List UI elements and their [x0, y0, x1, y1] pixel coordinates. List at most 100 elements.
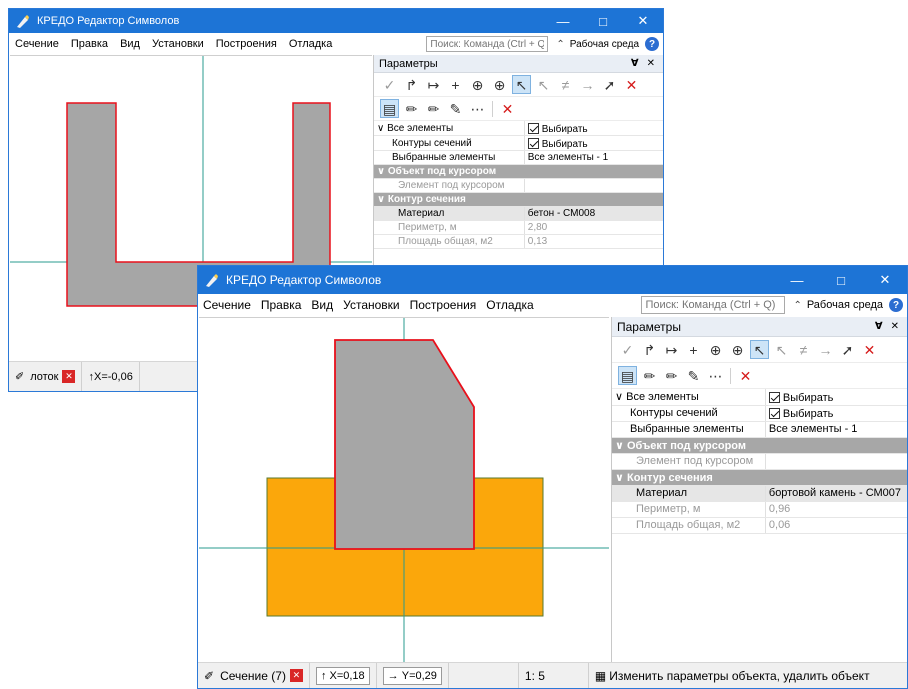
pipette-icon[interactable]: ➚	[600, 75, 619, 94]
cursor-icon[interactable]: ↖	[512, 75, 531, 94]
titlebar: КРЕДО Редактор Символов — □ ✕	[198, 266, 907, 294]
prop-material-value[interactable]: бортовой камень - СМ007	[765, 485, 907, 502]
draw-alt-icon[interactable]: ✏	[662, 366, 681, 385]
prop-material-value[interactable]: бетон - СМ008	[524, 206, 663, 221]
menu-edit[interactable]: Правка	[65, 38, 114, 50]
workspace-icon[interactable]: ⌃	[556, 39, 564, 50]
remove-section-icon[interactable]: ✕	[498, 99, 517, 118]
menu-settings[interactable]: Установки	[146, 38, 210, 50]
pipette-icon[interactable]: ➚	[838, 340, 857, 359]
group-cursor-object[interactable]: ∨ Объект под курсором	[612, 437, 907, 454]
prop-contours-value[interactable]: Выбирать	[765, 405, 907, 422]
minimize-button[interactable]: —	[775, 266, 819, 294]
node-icon[interactable]: ⊕	[468, 75, 487, 94]
prop-contours-value[interactable]: Выбирать	[524, 135, 663, 151]
select-icon[interactable]: ↱	[402, 75, 421, 94]
checkbox-icon[interactable]	[527, 123, 539, 134]
snap-icon[interactable]: ≠	[794, 340, 813, 359]
section-icon[interactable]: ▤	[380, 99, 399, 118]
group-cursor-object[interactable]: ∨ Объект под курсором	[374, 164, 663, 179]
command-search-input[interactable]	[641, 296, 786, 314]
menu-settings[interactable]: Установки	[338, 298, 404, 312]
y-value: Y=0,29	[401, 669, 437, 682]
maximize-button[interactable]: □	[583, 9, 623, 33]
cursor-alt-icon[interactable]: ↖	[534, 75, 553, 94]
prop-selected-value[interactable]: Все элементы - 1	[524, 150, 663, 165]
command-search-input[interactable]	[426, 36, 549, 52]
snap-icon[interactable]: ≠	[556, 75, 575, 94]
close-button[interactable]: ✕	[863, 266, 907, 294]
draw-icon[interactable]: ✏	[402, 99, 421, 118]
scale-readout[interactable]: 1: 5	[519, 663, 589, 688]
group-section-contour[interactable]: ∨ Контур сечения	[612, 469, 907, 486]
maximize-button[interactable]: □	[819, 266, 863, 294]
menu-section[interactable]: Сечение	[9, 38, 65, 50]
points-icon[interactable]: ⋯	[468, 99, 487, 118]
checkbox-icon[interactable]	[768, 408, 780, 419]
workspace-icon[interactable]: ⌃	[793, 300, 801, 311]
help-icon[interactable]: ?	[645, 37, 659, 51]
draw-icon[interactable]: ✏	[640, 366, 659, 385]
prop-selected-value[interactable]: Все элементы - 1	[765, 421, 907, 438]
points-icon[interactable]: ⋯	[706, 366, 725, 385]
close-tab-icon[interactable]: ✕	[62, 370, 76, 383]
menu-construct[interactable]: Построения	[405, 298, 482, 312]
curb-stone-shape[interactable]	[334, 339, 475, 550]
prop-area-value: 0,06	[765, 517, 907, 534]
close-button[interactable]: ✕	[623, 9, 663, 33]
node-icon[interactable]: ⊕	[706, 340, 725, 359]
drawing-canvas[interactable]	[199, 317, 609, 664]
panel-toolbar-1: ✓ ↱ ↦ + ⊕ ⊕ ↖ ↖ ≠ → ➚ ✕	[374, 73, 663, 97]
document-tab[interactable]: ✐ Сечение (7) ✕	[198, 663, 310, 688]
prop-all-elements-label: ∨ Все элементы	[612, 389, 766, 406]
eraser-icon[interactable]: ✎	[446, 99, 465, 118]
close-icon[interactable]: ✕	[891, 321, 899, 332]
step-icon[interactable]: ↦	[424, 75, 443, 94]
delete-icon[interactable]: ✕	[622, 75, 641, 94]
apply-icon[interactable]: ✓	[618, 340, 637, 359]
pin-icon[interactable]: ∀	[875, 321, 883, 332]
close-tab-icon[interactable]: ✕	[289, 669, 303, 682]
menu-view[interactable]: Вид	[114, 38, 146, 50]
step-icon[interactable]: ↦	[662, 340, 681, 359]
panel-toolbar-1: ✓ ↱ ↦ + ⊕ ⊕ ↖ ↖ ≠ → ➚ ✕	[612, 337, 907, 363]
workspace-label[interactable]: Рабочая среда	[807, 299, 883, 311]
remove-section-icon[interactable]: ✕	[736, 366, 755, 385]
prop-all-elements-value[interactable]: Выбирать	[765, 389, 907, 406]
maximize-icon: □	[837, 272, 845, 288]
menu-section[interactable]: Сечение	[198, 298, 256, 312]
menu-debug[interactable]: Отладка	[481, 298, 538, 312]
menu-edit[interactable]: Правка	[256, 298, 307, 312]
checkbox-icon[interactable]	[768, 391, 780, 403]
crosshair-icon[interactable]: +	[446, 75, 465, 94]
pen-icon: ✐	[204, 668, 215, 683]
document-tab[interactable]: ✐ лоток ✕	[9, 362, 83, 391]
select-icon[interactable]: ↱	[640, 340, 659, 359]
menu-view[interactable]: Вид	[306, 298, 338, 312]
prop-selected-label: Выбранные элементы	[374, 150, 525, 165]
workspace-label[interactable]: Рабочая среда	[570, 39, 639, 50]
checkbox-icon[interactable]	[527, 138, 539, 149]
minimize-button[interactable]: —	[543, 9, 583, 33]
pin-icon[interactable]: ∀	[631, 58, 639, 69]
crosshair-icon[interactable]: +	[684, 340, 703, 359]
prop-all-elements-value[interactable]: Выбирать	[524, 121, 663, 136]
section-icon[interactable]: ▤	[618, 366, 637, 385]
cursor-alt-icon[interactable]: ↖	[772, 340, 791, 359]
eraser-icon[interactable]: ✎	[684, 366, 703, 385]
close-icon[interactable]: ✕	[647, 58, 655, 69]
draw-alt-icon[interactable]: ✏	[424, 99, 443, 118]
group-section-contour[interactable]: ∨ Контур сечения	[374, 192, 663, 207]
node-move-icon[interactable]: ⊕	[490, 75, 509, 94]
cursor-icon[interactable]: ↖	[750, 340, 769, 359]
node-move-icon[interactable]: ⊕	[728, 340, 747, 359]
delete-icon[interactable]: ✕	[860, 340, 879, 359]
menu-debug[interactable]: Отладка	[283, 38, 338, 50]
dimension-icon[interactable]: →	[816, 340, 835, 359]
dimension-icon[interactable]: →	[578, 75, 597, 94]
edit-object-icon: ▦	[594, 668, 607, 683]
help-icon[interactable]: ?	[889, 298, 903, 312]
status-empty-cell	[449, 663, 519, 688]
menu-construct[interactable]: Построения	[210, 38, 283, 50]
apply-icon[interactable]: ✓	[380, 75, 399, 94]
